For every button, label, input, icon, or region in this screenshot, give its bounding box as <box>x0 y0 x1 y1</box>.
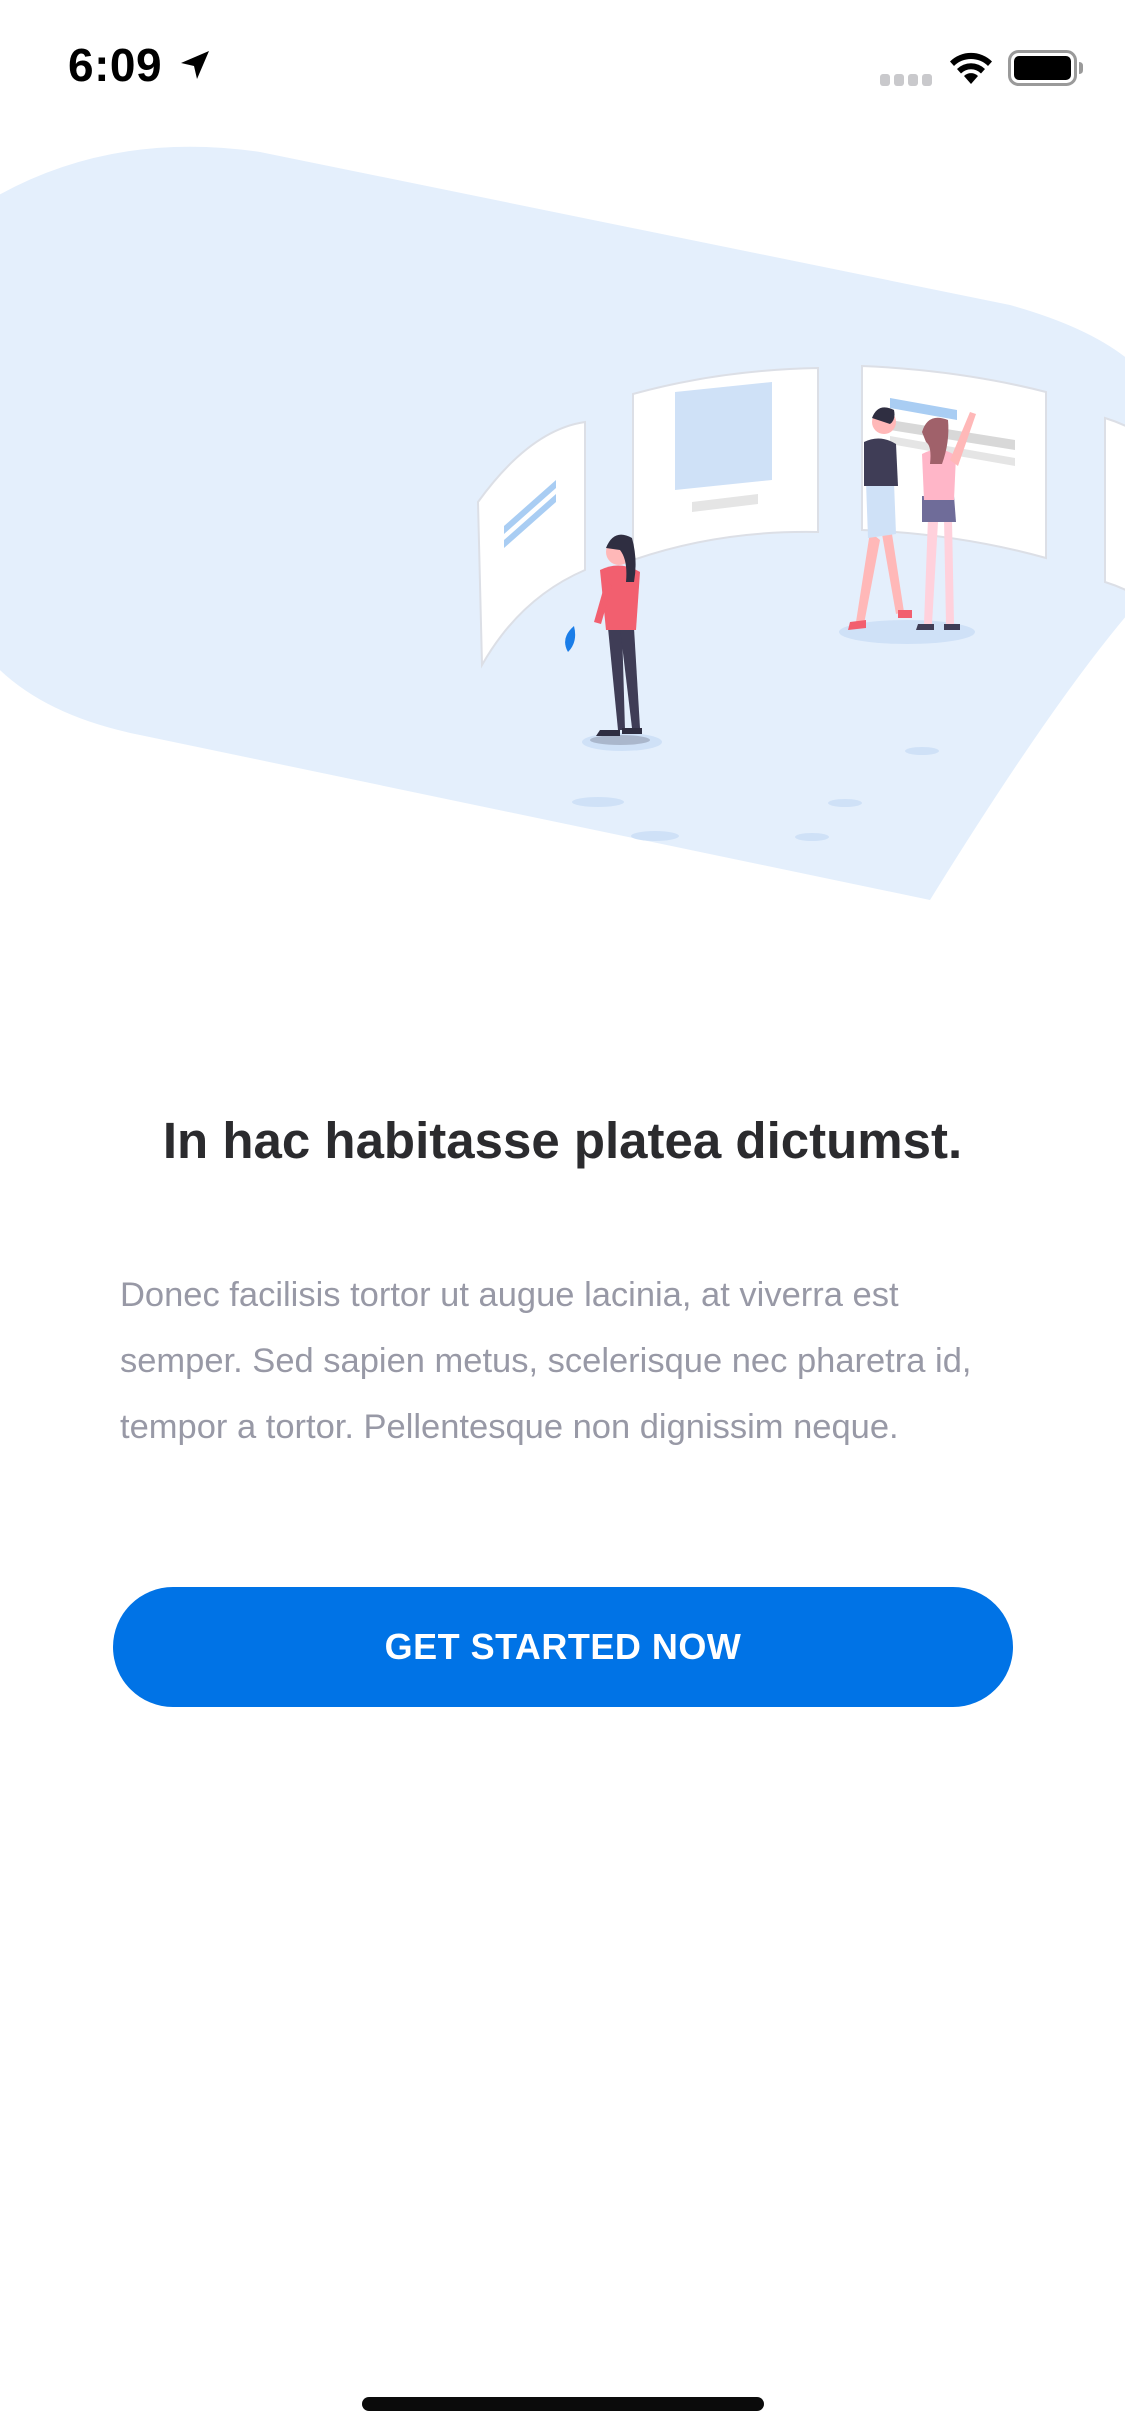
body-description: Donec facilisis tortor ut augue lacinia,… <box>120 1276 972 1446</box>
location-arrow-icon <box>181 51 209 79</box>
hero-illustration <box>0 146 1125 900</box>
get-started-button[interactable]: GET STARTED NOW <box>113 1587 1013 1707</box>
home-indicator[interactable] <box>362 2397 764 2411</box>
gallery-panel-center <box>632 366 819 562</box>
wifi-icon <box>950 52 992 84</box>
cellular-signal-icon <box>880 74 932 86</box>
status-time: 6:09 <box>68 39 163 91</box>
battery-icon <box>1008 50 1083 86</box>
headline: In hac habitasse platea dictumst. <box>162 1112 963 1169</box>
status-bar: 6:09 <box>0 0 1125 132</box>
